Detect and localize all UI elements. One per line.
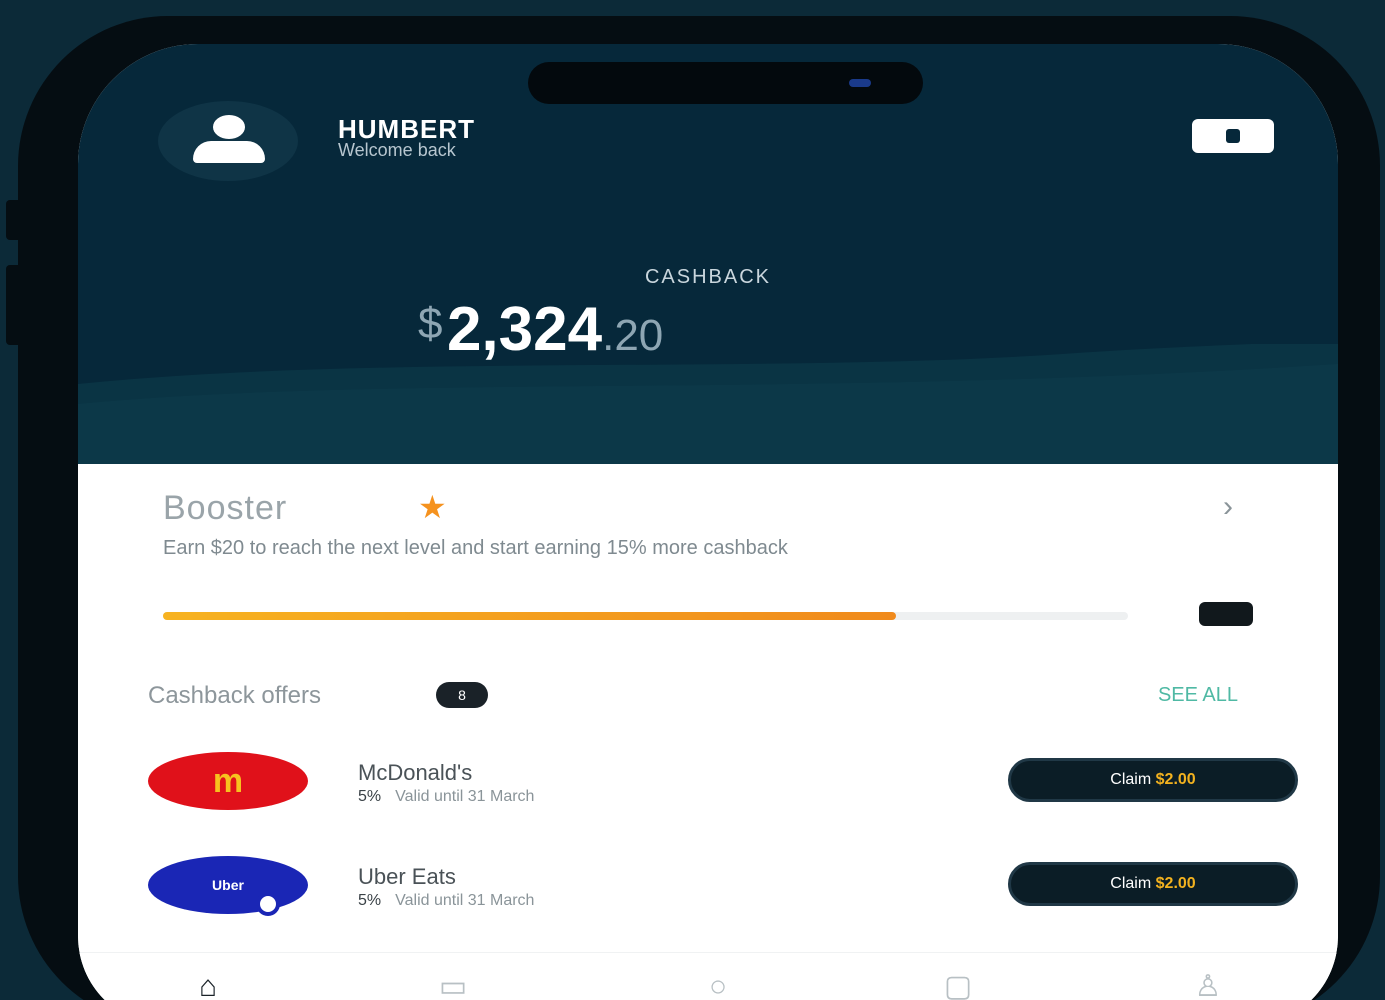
balance-label: CASHBACK <box>644 266 772 288</box>
user-subtitle: Welcome back <box>338 140 456 160</box>
cashback-percent: 5% <box>358 892 382 909</box>
phone-frame: HUMBERT Welcome back CASHBACK $ 2,324.20… <box>18 16 1380 1000</box>
phone-screen: HUMBERT Welcome back CASHBACK $ 2,324.20… <box>78 44 1338 1000</box>
balance-header: HUMBERT Welcome back CASHBACK $ 2,324.20 <box>78 44 1338 464</box>
claim-amount: $2.00 <box>1155 875 1196 892</box>
main-content: Booster ★ › Earn $20 to reach the next l… <box>78 464 1338 1000</box>
claim-label: Claim <box>1110 875 1152 892</box>
mcdonalds-logo: m <box>148 752 308 810</box>
balance-currency: $ <box>418 299 443 348</box>
see-all-link[interactable]: SEE ALL <box>1158 684 1238 707</box>
offer-validity: Valid until 31 March <box>395 892 535 909</box>
search-icon[interactable]: ○ <box>678 967 758 1000</box>
merchant-name: Uber Eats <box>358 864 456 889</box>
dynamic-island <box>528 62 923 104</box>
bottom-tab-bar: ⌂ ▭ ○ ▢ ♙ <box>78 952 1338 1000</box>
claim-button[interactable]: Claim $2.00 <box>1008 758 1298 802</box>
booster-progress-fill <box>163 612 897 620</box>
claim-amount: $2.00 <box>1155 771 1196 788</box>
wallet-icon[interactable]: ▢ <box>918 967 998 1000</box>
app-stage: HUMBERT Welcome back CASHBACK $ 2,324.20… <box>0 0 1385 1000</box>
profile-icon[interactable]: ♙ <box>1168 967 1248 1000</box>
star-icon: ★ <box>418 489 447 525</box>
merchant-details: 5% Valid until 31 March <box>358 788 534 806</box>
progress-badge <box>1199 602 1253 626</box>
header-wave <box>78 344 1338 464</box>
merchant-details: 5% Valid until 31 March <box>358 892 534 910</box>
booster-description: Earn $20 to reach the next level and sta… <box>163 537 788 559</box>
avatar[interactable] <box>158 101 298 181</box>
list-item[interactable]: Uber Uber Eats 5% Valid until 31 March Cl… <box>148 856 1298 936</box>
home-icon[interactable]: ⌂ <box>168 967 248 1000</box>
claim-label: Claim <box>1110 771 1152 788</box>
gift-button[interactable] <box>1192 119 1274 153</box>
verified-badge-icon <box>256 892 280 916</box>
merchant-name: McDonald's <box>358 760 473 785</box>
cashback-offers-label: Cashback offers <box>148 682 321 709</box>
list-item[interactable]: m McDonald's 5% Valid until 31 March Clai… <box>148 752 1298 832</box>
offer-validity: Valid until 31 March <box>395 788 535 805</box>
claim-button[interactable]: Claim $2.00 <box>1008 862 1298 906</box>
offers-count-badge: 8 <box>436 682 488 708</box>
booster-progress <box>163 612 1128 620</box>
chevron-right-icon[interactable]: › <box>1223 490 1233 524</box>
cards-icon[interactable]: ▭ <box>413 967 493 1000</box>
booster-title[interactable]: Booster <box>163 489 287 528</box>
cashback-percent: 5% <box>358 788 382 805</box>
uber-eats-logo: Uber <box>148 856 308 914</box>
user-icon <box>213 115 245 139</box>
